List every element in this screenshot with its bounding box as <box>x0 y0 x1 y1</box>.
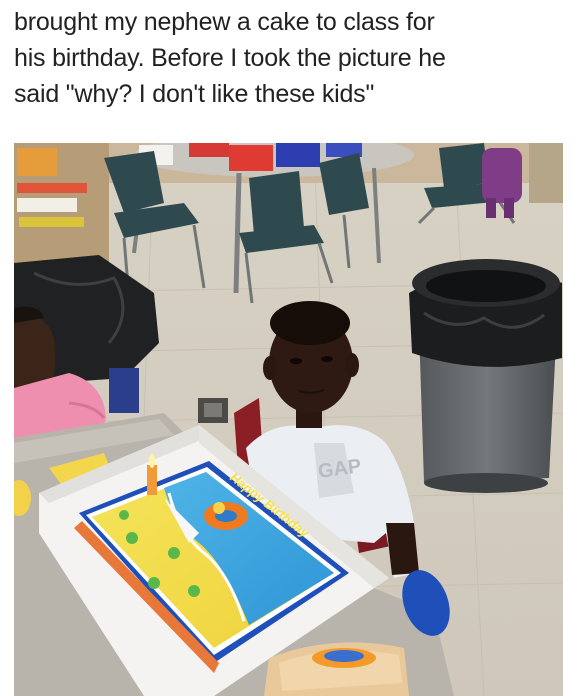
floor-frame <box>198 398 228 423</box>
cake-candle <box>147 465 157 495</box>
trash-can-right <box>409 259 562 493</box>
caption-line-3: said "why? I don't like these kids" <box>14 80 375 108</box>
photo-illustration: GAP Happy Birthday <box>14 143 563 696</box>
caption-line-2: his birthday. Before I took the picture … <box>14 44 446 72</box>
classroom-photo: GAP Happy Birthday <box>14 143 563 696</box>
meme-post: brought my nephew a cake to class for hi… <box>0 0 582 696</box>
meme-caption: brought my nephew a cake to class for hi… <box>14 4 570 112</box>
caption-line-1: brought my nephew a cake to class for <box>14 8 435 36</box>
